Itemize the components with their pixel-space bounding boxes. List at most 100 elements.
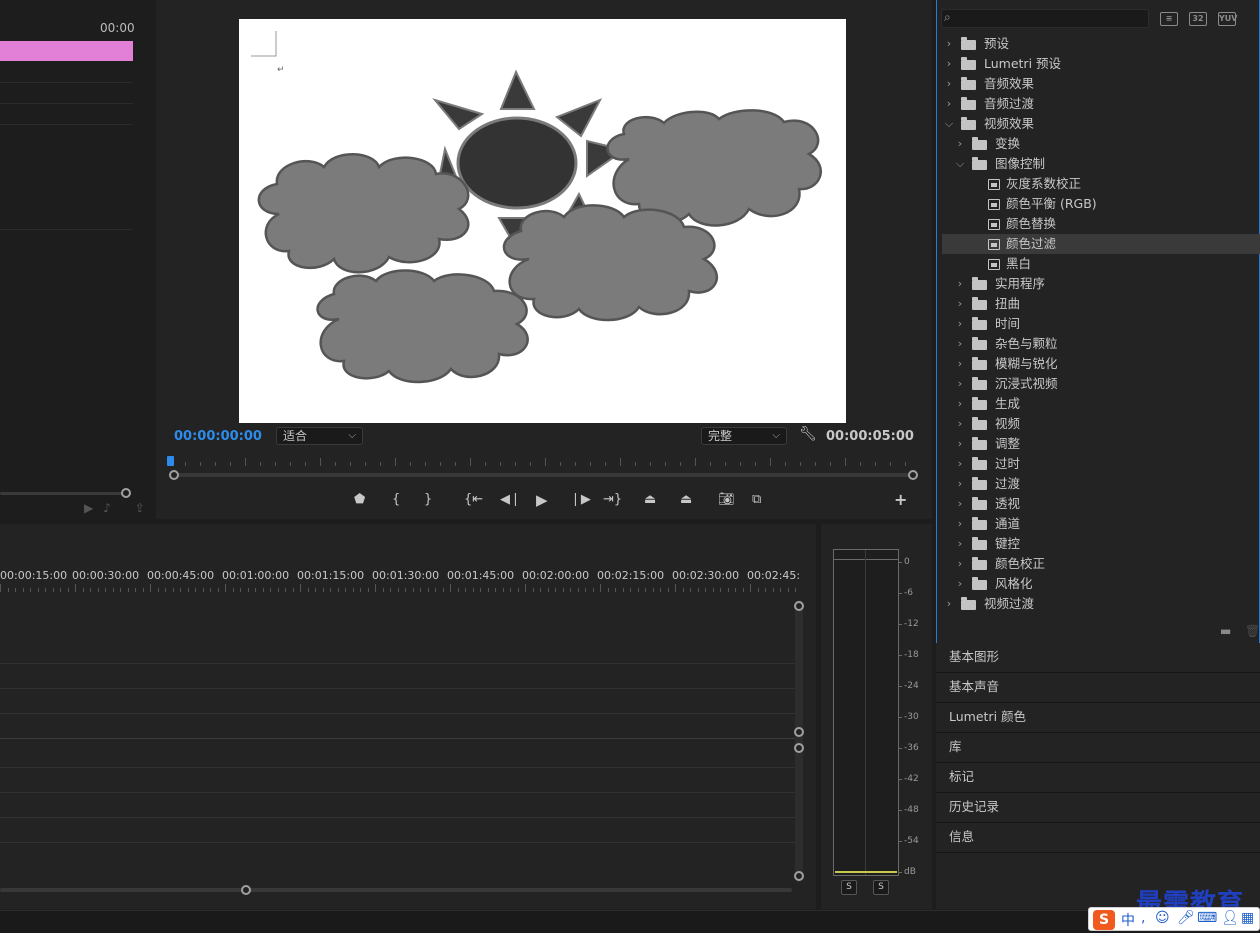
trash-icon[interactable]: 🗑︎ — [1245, 624, 1260, 638]
program-zoom-scrollbar[interactable] — [169, 470, 919, 480]
yuv-effects-icon[interactable]: YUV — [1218, 12, 1237, 26]
chevron-right-icon[interactable]: › — [954, 434, 966, 454]
scroll-handle[interactable] — [241, 885, 251, 895]
playhead-marker[interactable] — [167, 456, 174, 466]
play-icon[interactable]: ▶ — [536, 490, 548, 510]
chevron-right-icon[interactable]: › — [954, 534, 966, 554]
effect-folder[interactable]: › 调整 — [942, 434, 1260, 454]
chevron-right-icon[interactable]: › — [954, 394, 966, 414]
effect-folder[interactable]: › 风格化 — [942, 574, 1260, 594]
vscroll-handle[interactable] — [794, 871, 804, 881]
microphone-icon[interactable]: 🎤︎ — [1177, 910, 1195, 926]
chevron-right-icon[interactable]: › — [954, 474, 966, 494]
effect-folder[interactable]: › 模糊与锐化 — [942, 354, 1260, 374]
chevron-right-icon[interactable]: › — [954, 494, 966, 514]
panel-essential-graphics[interactable]: 基本图形 — [936, 643, 1260, 673]
chevron-right-icon[interactable]: › — [943, 54, 955, 74]
panel-markers[interactable]: 标记 — [936, 763, 1260, 793]
vscroll-handle[interactable] — [794, 727, 804, 737]
program-current-timecode[interactable]: 00:00:00:00 — [174, 429, 262, 444]
effect-folder[interactable]: › 透视 — [942, 494, 1260, 514]
chevron-right-icon[interactable]: › — [943, 594, 955, 614]
source-scrollbar[interactable] — [0, 488, 131, 498]
playback-resolution-select[interactable]: 完整 ⌵ — [701, 427, 787, 445]
scroll-handle[interactable] — [121, 488, 131, 498]
skin-icon[interactable]: ▦ — [1241, 910, 1254, 926]
panel-lumetri-color[interactable]: Lumetri 颜色 — [936, 703, 1260, 733]
effect-folder[interactable]: › 音频效果 — [942, 74, 1260, 94]
effect-folder[interactable]: › 扭曲 — [942, 294, 1260, 314]
effect-folder[interactable]: › 生成 — [942, 394, 1260, 414]
effect-folder[interactable]: › 通道 — [942, 514, 1260, 534]
effect-folder[interactable]: › 视频 — [942, 414, 1260, 434]
lift-icon[interactable]: ⏏ — [644, 490, 656, 510]
32bit-effects-icon[interactable]: 32 — [1189, 12, 1207, 26]
effect-item[interactable]: 黑白 — [942, 254, 1260, 274]
scroll-handle-right[interactable] — [908, 470, 918, 480]
solo-left-button[interactable]: S — [841, 880, 857, 895]
vscroll-handle[interactable] — [794, 601, 804, 611]
step-back-icon[interactable]: ◀❘ — [500, 490, 521, 510]
effect-folder[interactable]: › 变换 — [942, 134, 1260, 154]
effect-folder[interactable]: › 音频过渡 — [942, 94, 1260, 114]
add-button-icon[interactable]: + — [894, 490, 907, 510]
chevron-right-icon[interactable]: › — [954, 334, 966, 354]
effect-folder[interactable]: › 沉浸式视频 — [942, 374, 1260, 394]
chevron-down-icon[interactable]: ⌵ — [954, 154, 966, 174]
effects-search-input[interactable] — [941, 9, 1149, 28]
chevron-down-icon[interactable]: ⌵ — [943, 114, 955, 134]
panel-libraries[interactable]: 库 — [936, 733, 1260, 763]
program-video-frame[interactable]: ↵ — [239, 19, 846, 423]
solo-right-button[interactable]: S — [873, 880, 889, 895]
go-to-in-icon[interactable]: {⇤ — [464, 490, 483, 510]
emoji-icon[interactable]: ☺ — [1155, 910, 1170, 926]
timeline-horizontal-scrollbar[interactable] — [0, 885, 795, 895]
comparison-view-icon[interactable]: ⧉ — [752, 490, 761, 510]
chevron-right-icon[interactable]: › — [943, 34, 955, 54]
effect-folder[interactable]: › 颜色校正 — [942, 554, 1260, 574]
chevron-right-icon[interactable]: › — [954, 454, 966, 474]
timeline-vertical-scrollbar[interactable] — [795, 600, 803, 882]
effect-folder[interactable]: › 预设 — [942, 34, 1260, 54]
chevron-right-icon[interactable]: › — [954, 354, 966, 374]
export-frame-icon[interactable]: 📷︎ — [718, 490, 735, 510]
keyboard-icon[interactable]: ⌨ — [1197, 910, 1217, 926]
panel-essential-sound[interactable]: 基本声音 — [936, 673, 1260, 703]
effect-folder[interactable]: › 过时 — [942, 454, 1260, 474]
wrench-icon[interactable]: 🔧︎ — [799, 426, 817, 442]
chevron-right-icon[interactable]: › — [954, 554, 966, 574]
effect-folder[interactable]: › 时间 — [942, 314, 1260, 334]
effect-folder[interactable]: › 杂色与颗粒 — [942, 334, 1260, 354]
chevron-right-icon[interactable]: › — [954, 514, 966, 534]
marker-icon[interactable]: ⬟ — [354, 490, 365, 510]
panel-history[interactable]: 历史记录 — [936, 793, 1260, 823]
effect-folder[interactable]: › 过渡 — [942, 474, 1260, 494]
chevron-right-icon[interactable]: › — [954, 314, 966, 334]
program-time-ruler[interactable] — [170, 456, 915, 468]
chevron-right-icon[interactable]: › — [954, 574, 966, 594]
mark-out-icon[interactable]: } — [424, 490, 432, 510]
panel-info[interactable]: 信息 — [936, 823, 1260, 853]
timeline-time-ruler[interactable] — [0, 584, 796, 594]
punctuation-icon[interactable]: , — [1141, 910, 1145, 926]
ime-toolbar[interactable]: S 中 , ☺ 🎤︎ ⌨ 👤︎ ▦ — [1088, 907, 1260, 931]
chevron-right-icon[interactable]: › — [954, 414, 966, 434]
ime-language-label[interactable]: 中 — [1121, 910, 1135, 930]
go-to-out-icon[interactable]: ⇥} — [603, 490, 622, 510]
scroll-handle-left[interactable] — [169, 470, 179, 480]
new-bin-icon[interactable]: ▬ — [1220, 624, 1231, 638]
effect-folder[interactable]: › 键控 — [942, 534, 1260, 554]
vscroll-handle[interactable] — [794, 743, 804, 753]
effect-folder[interactable]: ⌵ 图像控制 — [942, 154, 1260, 174]
source-clip-bar[interactable] — [0, 41, 133, 61]
effect-folder[interactable]: › 视频过渡 — [942, 594, 1260, 614]
source-export-icons[interactable]: ▶♪ ⇪ — [84, 501, 155, 515]
effect-item[interactable]: 颜色替换 — [942, 214, 1260, 234]
chevron-right-icon[interactable]: › — [943, 74, 955, 94]
effect-folder[interactable]: › Lumetri 预设 — [942, 54, 1260, 74]
user-icon[interactable]: 👤︎ — [1221, 910, 1239, 926]
chevron-right-icon[interactable]: › — [954, 294, 966, 314]
zoom-level-select[interactable]: 适合 ⌵ — [276, 427, 363, 445]
chevron-right-icon[interactable]: › — [943, 94, 955, 114]
step-forward-icon[interactable]: ❘▶ — [570, 490, 591, 510]
